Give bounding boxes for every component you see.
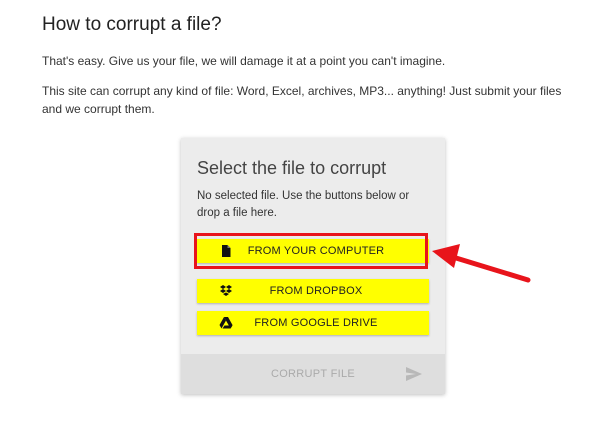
card-title: Select the file to corrupt <box>197 158 387 178</box>
from-dropbox-button[interactable]: FROM DROPBOX <box>197 279 429 303</box>
submit-bar: CORRUPT FILE <box>181 354 445 394</box>
page-title: How to corrupt a file? <box>42 14 222 35</box>
from-google-drive-button[interactable]: FROM GOOGLE DRIVE <box>197 311 429 335</box>
corrupt-file-button[interactable]: CORRUPT FILE <box>181 354 445 394</box>
file-dropzone-card[interactable]: Select the file to corrupt No selected f… <box>181 138 445 394</box>
red-arrow-annotation <box>432 244 531 283</box>
intro-text: That's easy. Give us your file, we will … <box>42 54 446 68</box>
from-dropbox-label: FROM DROPBOX <box>269 285 363 297</box>
description-text: This site can corrupt any kind of file: … <box>42 84 562 116</box>
google-drive-icon <box>219 316 233 330</box>
from-computer-label: FROM YOUR COMPUTER <box>247 245 385 257</box>
send-icon <box>405 366 423 382</box>
from-google-drive-label: FROM GOOGLE DRIVE <box>254 317 378 329</box>
file-icon <box>219 244 233 258</box>
from-computer-button[interactable]: FROM YOUR COMPUTER <box>197 239 429 263</box>
corrupt-file-label: CORRUPT FILE <box>270 368 356 380</box>
file-status-text: No selected file. Use the buttons below … <box>197 190 410 219</box>
dropbox-icon <box>219 284 233 298</box>
